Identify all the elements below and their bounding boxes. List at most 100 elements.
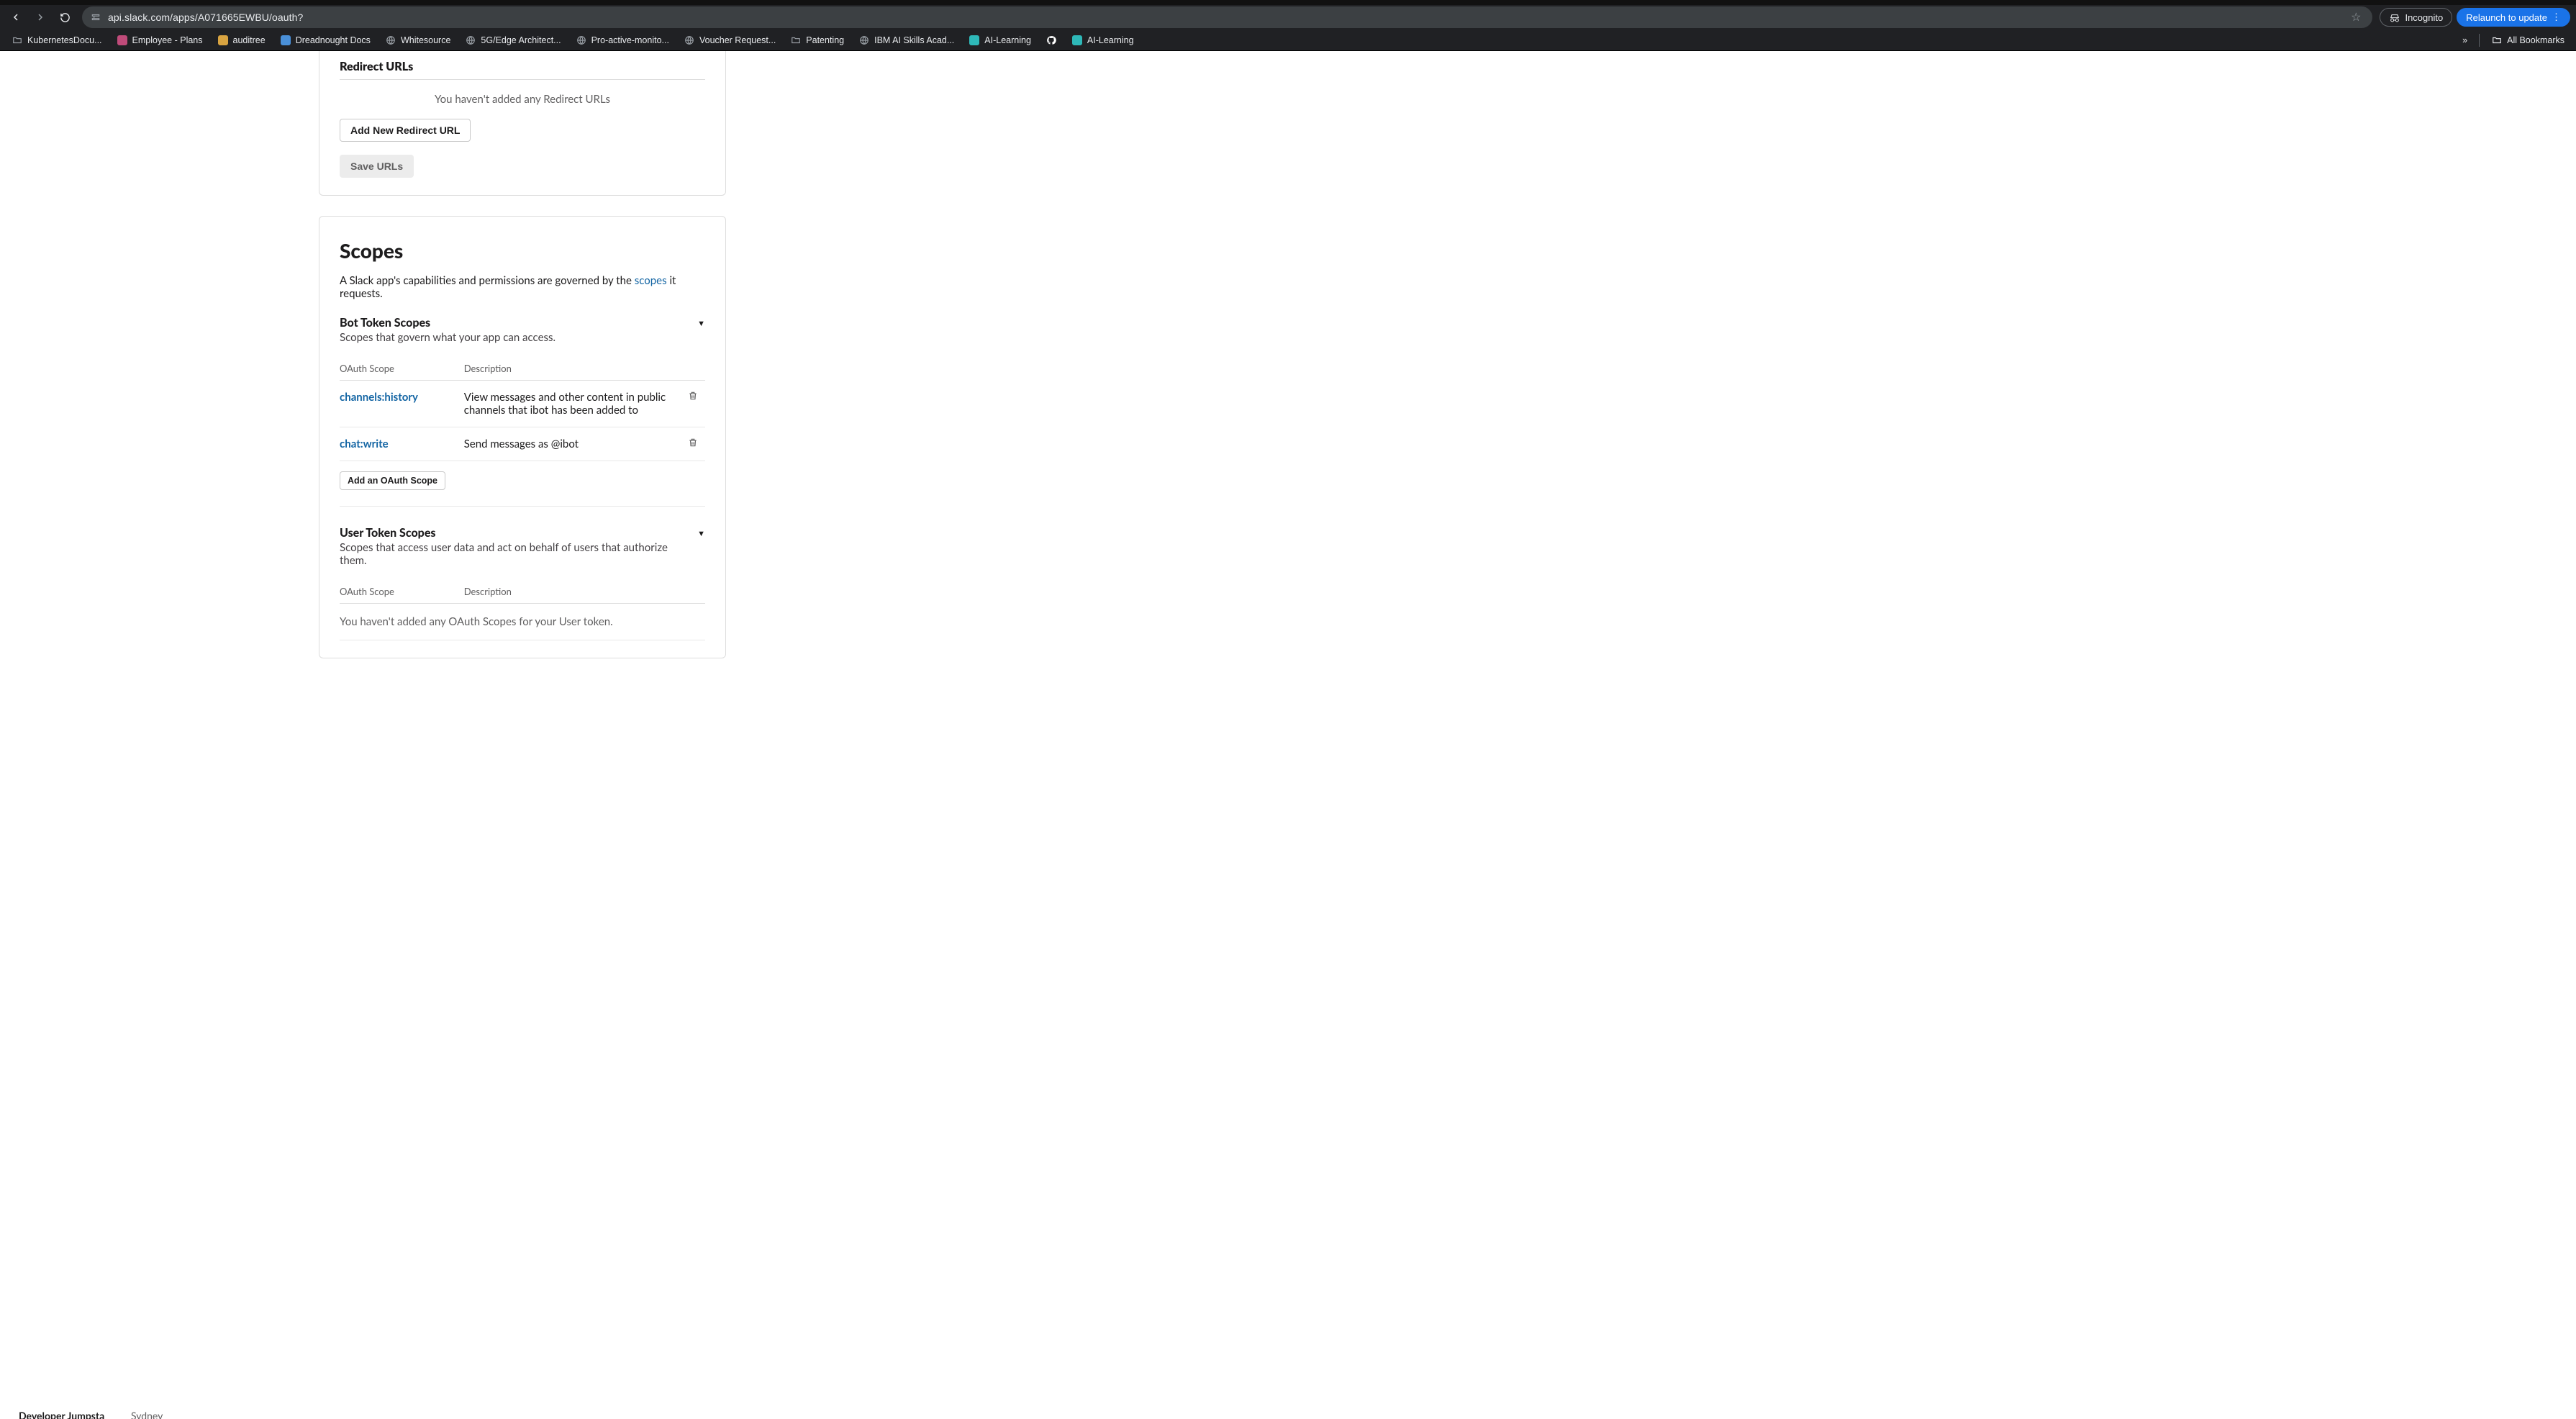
site-info-icon[interactable] [89, 11, 102, 24]
delete-scope-button[interactable] [688, 381, 705, 427]
bookmark-favicon [117, 35, 128, 46]
bookmarks-bar: KubernetesDocu... Employee - Plans auditre… [0, 30, 2576, 51]
bookmark-label: Whitesource [401, 35, 450, 45]
redirect-urls-title: Redirect URLs [340, 51, 705, 80]
bookmark-favicon [790, 35, 802, 46]
scope-row: chat:write Send messages as @ibot [340, 427, 705, 461]
save-urls-button[interactable]: Save URLs [340, 155, 414, 178]
bookmark-favicon [1071, 35, 1083, 46]
bot-scopes-header[interactable]: Bot Token Scopes Scopes that govern what… [340, 316, 705, 344]
back-button[interactable] [6, 7, 26, 27]
bot-scopes-table: OAuth Scope Description channels:history… [340, 357, 705, 461]
col-header-scope: OAuth Scope [340, 357, 464, 381]
browser-chrome: api.slack.com/apps/A071665EWBU/oauth? ☆ … [0, 0, 2576, 51]
left-nav-peek-region: Sydney [131, 1410, 163, 1419]
bookmarks-divider [2479, 34, 2480, 47]
all-bookmarks-label: All Bookmarks [2507, 35, 2564, 45]
bookmark-favicon [1046, 35, 1057, 46]
user-scopes-title: User Token Scopes [340, 526, 697, 540]
col-header-desc: Description [464, 580, 688, 604]
bookmark-item[interactable] [1040, 32, 1063, 48]
bookmark-item[interactable]: KubernetesDocu... [6, 32, 108, 48]
col-header-desc: Description [464, 357, 688, 381]
scope-description: View messages and other content in publi… [464, 381, 688, 427]
bookmark-item[interactable]: Employee - Plans [111, 32, 209, 48]
relaunch-menu-icon: ⋮ [2552, 12, 2561, 23]
page-body: Redirect URLs You haven't added any Redi… [0, 51, 2576, 1419]
bookmark-item[interactable]: auditree [212, 32, 271, 48]
relaunch-label: Relaunch to update [2466, 12, 2547, 23]
bookmark-item[interactable]: Dreadnought Docs [274, 32, 376, 48]
bookmark-favicon [385, 35, 396, 46]
incognito-indicator[interactable]: Incognito [2380, 8, 2452, 27]
bookmark-item[interactable]: AI-Learning [963, 32, 1037, 48]
url-text: api.slack.com/apps/A071665EWBU/oauth? [108, 12, 303, 23]
user-scopes-empty-row: You haven't added any OAuth Scopes for y… [340, 604, 705, 640]
bot-scopes-title: Bot Token Scopes [340, 316, 697, 330]
add-bot-scope-button[interactable]: Add an OAuth Scope [340, 471, 445, 490]
bookmark-item[interactable]: Whitesource [379, 32, 456, 48]
user-scopes-table: OAuth Scope Description You haven't adde… [340, 580, 705, 640]
bookmark-item[interactable]: Voucher Request... [678, 32, 781, 48]
bookmark-label: Dreadnought Docs [296, 35, 371, 45]
redirect-urls-empty-text: You haven't added any Redirect URLs [340, 80, 705, 119]
trash-icon [688, 391, 699, 401]
scopes-heading: Scopes [340, 238, 705, 263]
bookmark-label: Voucher Request... [699, 35, 776, 45]
scopes-link[interactable]: scopes [635, 274, 667, 287]
tab-strip [0, 0, 2576, 5]
bookmark-item[interactable]: Patenting [784, 32, 850, 48]
left-nav-peek-item[interactable]: Developer Jumpsta [19, 1410, 104, 1419]
bookmark-label: Patenting [806, 35, 844, 45]
bot-scopes-subtitle: Scopes that govern what your app can acc… [340, 331, 697, 344]
bookmark-favicon [12, 35, 23, 46]
scope-name-link[interactable]: chat:write [340, 438, 389, 450]
scope-name-link[interactable]: channels:history [340, 391, 418, 404]
bookmark-favicon [684, 35, 695, 46]
bookmark-label: 5G/Edge Architect... [481, 35, 561, 45]
incognito-label: Incognito [2405, 12, 2443, 23]
col-header-scope: OAuth Scope [340, 580, 464, 604]
bookmark-item[interactable]: AI-Learning [1066, 32, 1140, 48]
bookmark-favicon [217, 35, 229, 46]
bookmarks-overflow[interactable]: » [2457, 33, 2473, 47]
redirect-urls-card: Redirect URLs You haven't added any Redi… [319, 51, 726, 196]
bookmark-favicon [858, 35, 870, 46]
browser-toolbar: api.slack.com/apps/A071665EWBU/oauth? ☆ … [0, 5, 2576, 30]
user-scopes-header[interactable]: User Token Scopes Scopes that access use… [340, 526, 705, 567]
bookmark-label: AI-Learning [984, 35, 1031, 45]
relaunch-button[interactable]: Relaunch to update ⋮ [2457, 8, 2570, 27]
bookmark-star-icon[interactable]: ☆ [2346, 10, 2365, 24]
scopes-intro-prefix: A Slack app's capabilities and permissio… [340, 274, 635, 287]
bookmark-label: KubernetesDocu... [27, 35, 102, 45]
caret-down-icon: ▼ [697, 526, 705, 538]
bookmark-label: IBM AI Skills Acad... [874, 35, 954, 45]
trash-icon [688, 438, 699, 448]
chevron-double-right-icon: » [2462, 35, 2467, 45]
scope-description: Send messages as @ibot [464, 427, 688, 461]
bookmark-item[interactable]: IBM AI Skills Acad... [853, 32, 960, 48]
bookmark-favicon [465, 35, 476, 46]
scope-row: channels:history View messages and other … [340, 381, 705, 427]
scopes-card: Scopes A Slack app's capabilities and pe… [319, 216, 726, 658]
folder-icon [2491, 35, 2503, 46]
user-scopes-empty-text: You haven't added any OAuth Scopes for y… [340, 604, 705, 640]
bookmark-item[interactable]: Pro-active-monito... [570, 32, 675, 48]
bookmark-label: Employee - Plans [132, 35, 203, 45]
bookmark-label: auditree [233, 35, 266, 45]
bookmark-label: AI-Learning [1087, 35, 1134, 45]
incognito-icon [2389, 12, 2400, 23]
bookmark-favicon [969, 35, 980, 46]
address-bar[interactable]: api.slack.com/apps/A071665EWBU/oauth? ☆ [82, 6, 2372, 28]
user-scopes-subtitle: Scopes that access user data and act on … [340, 541, 697, 567]
bookmark-item[interactable]: 5G/Edge Architect... [459, 32, 566, 48]
bookmark-label: Pro-active-monito... [591, 35, 669, 45]
all-bookmarks-button[interactable]: All Bookmarks [2485, 32, 2570, 48]
caret-down-icon: ▼ [697, 316, 705, 328]
add-redirect-url-button[interactable]: Add New Redirect URL [340, 119, 471, 142]
reload-button[interactable] [55, 7, 75, 27]
delete-scope-button[interactable] [688, 427, 705, 461]
bookmark-favicon [576, 35, 587, 46]
bookmark-favicon [280, 35, 291, 46]
forward-button[interactable] [30, 7, 50, 27]
